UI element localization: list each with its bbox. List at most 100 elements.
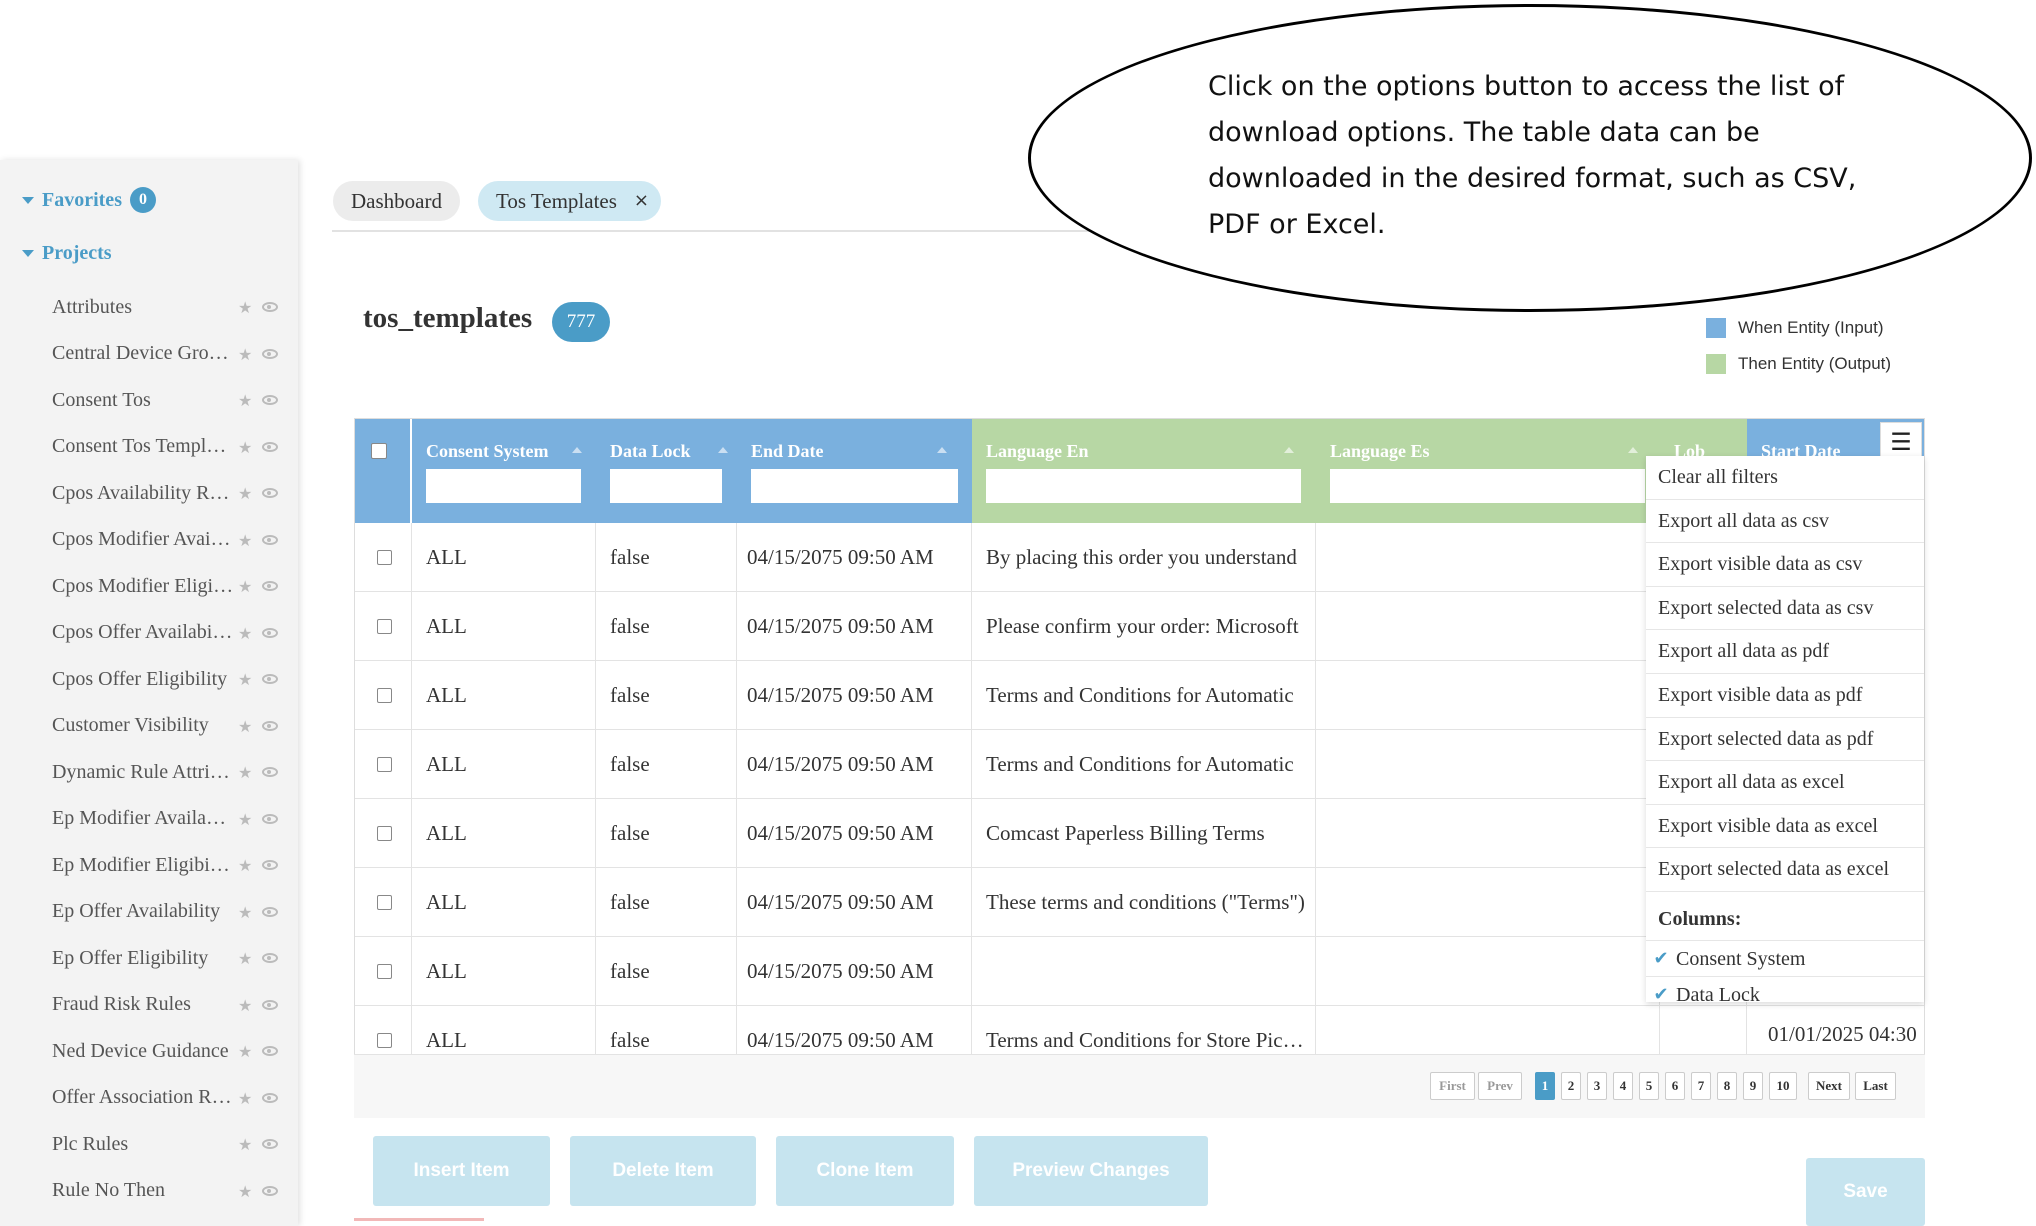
sidebar-item[interactable]: Cpos Modifier Eligibility★: [0, 563, 298, 610]
eye-icon[interactable]: [262, 627, 278, 638]
consent-system-filter-input[interactable]: [426, 469, 581, 503]
last-page-button[interactable]: Last: [1855, 1072, 1896, 1100]
cell-language-es[interactable]: [1316, 592, 1660, 661]
sidebar-item[interactable]: Customer Visibility ★: [0, 703, 298, 750]
page-number-button[interactable]: 3: [1587, 1072, 1607, 1100]
row-checkbox[interactable]: [377, 826, 392, 841]
language-es-filter-input[interactable]: [1330, 469, 1645, 503]
insert-item-button[interactable]: Insert Item: [373, 1136, 550, 1206]
cell-end-date[interactable]: 04/15/2075 09:50 AM: [737, 661, 972, 730]
star-icon[interactable]: ★: [238, 763, 252, 782]
options-menu-item[interactable]: Export visible data as excel: [1646, 804, 1924, 849]
end-date-filter-input[interactable]: [751, 469, 958, 503]
cell-consent-system[interactable]: ALL: [412, 592, 596, 661]
sort-icon[interactable]: [572, 447, 582, 453]
page-number-button[interactable]: 6: [1665, 1072, 1685, 1100]
cell-language-es[interactable]: [1316, 523, 1660, 592]
sidebar-item[interactable]: Ep Modifier Availability ★: [0, 796, 298, 843]
page-number-button[interactable]: 7: [1691, 1072, 1711, 1100]
cell-consent-system[interactable]: ALL: [412, 523, 596, 592]
eye-icon[interactable]: [262, 395, 278, 405]
cell-consent-system[interactable]: ALL: [412, 661, 596, 730]
eye-icon[interactable]: [262, 534, 278, 545]
star-icon[interactable]: ★: [238, 949, 252, 968]
cell-language-en[interactable]: [972, 937, 1316, 1006]
eye-icon[interactable]: [262, 906, 278, 917]
cell-language-es[interactable]: [1316, 661, 1660, 730]
star-icon[interactable]: ★: [238, 298, 252, 317]
column-toggle-data-lock[interactable]: ✔ Data Lock: [1646, 975, 1924, 1002]
cell-language-es[interactable]: [1316, 868, 1660, 937]
star-icon[interactable]: ★: [238, 856, 252, 875]
eye-icon[interactable]: [262, 348, 278, 359]
sidebar-item[interactable]: Central Device Groups ★: [0, 331, 298, 378]
page-number-button[interactable]: 8: [1717, 1072, 1737, 1100]
cell-data-lock[interactable]: false: [596, 868, 737, 937]
eye-icon[interactable]: [262, 488, 278, 498]
star-icon[interactable]: ★: [238, 670, 252, 689]
row-checkbox[interactable]: [377, 895, 392, 910]
star-icon[interactable]: ★: [238, 903, 252, 922]
page-number-button[interactable]: 9: [1743, 1072, 1763, 1100]
sidebar-item[interactable]: Consent Tos ★: [0, 377, 298, 424]
cell-data-lock[interactable]: false: [596, 799, 737, 868]
column-toggle-consent-system[interactable]: ✔ Consent System: [1646, 939, 1924, 976]
next-page-button[interactable]: Next: [1808, 1072, 1850, 1100]
row-checkbox[interactable]: [377, 757, 392, 772]
options-menu-item[interactable]: Export visible data as pdf: [1646, 673, 1924, 718]
cell-language-es[interactable]: [1316, 937, 1660, 1006]
header-language-en[interactable]: Language En: [972, 419, 1316, 523]
delete-item-button[interactable]: Delete Item: [570, 1136, 756, 1206]
favorites-header[interactable]: Favorites 0: [22, 187, 156, 213]
sort-icon[interactable]: [1284, 447, 1294, 453]
cell-language-en[interactable]: Comcast Paperless Billing Terms: [972, 799, 1316, 868]
cell-data-lock[interactable]: false: [596, 937, 737, 1006]
cell-end-date[interactable]: 04/15/2075 09:50 AM: [737, 523, 972, 592]
save-button[interactable]: Save: [1806, 1158, 1925, 1226]
sidebar-item[interactable]: Ep Offer Eligibility ★: [0, 935, 298, 982]
eye-icon[interactable]: [262, 441, 278, 452]
sidebar-item[interactable]: Plc Rules ★: [0, 1121, 298, 1168]
star-icon[interactable]: ★: [238, 391, 252, 410]
sort-icon[interactable]: [937, 447, 947, 453]
cell-end-date[interactable]: 04/15/2075 09:50 AM: [737, 937, 972, 1006]
options-menu-item[interactable]: Export all data as pdf: [1646, 630, 1924, 674]
cell-language-en[interactable]: Please confirm your order: Microsoft: [972, 592, 1316, 661]
sidebar-item[interactable]: Cpos Offer Eligibility ★: [0, 656, 298, 703]
first-page-button[interactable]: First: [1430, 1072, 1475, 1100]
eye-icon[interactable]: [262, 767, 278, 777]
tab-dashboard[interactable]: Dashboard: [333, 181, 460, 221]
tab-tos-templates[interactable]: Tos Templates ×: [478, 181, 661, 221]
language-en-filter-input[interactable]: [986, 469, 1301, 503]
star-icon[interactable]: ★: [238, 624, 252, 643]
star-icon[interactable]: ★: [238, 810, 252, 829]
eye-icon[interactable]: [262, 1092, 278, 1103]
eye-icon[interactable]: [262, 1139, 278, 1149]
options-menu-item[interactable]: Export selected data as pdf: [1646, 717, 1924, 762]
cell-consent-system[interactable]: ALL: [412, 937, 596, 1006]
cell-language-en[interactable]: Terms and Conditions for Automatic: [972, 661, 1316, 730]
eye-icon[interactable]: [262, 581, 278, 591]
star-icon[interactable]: ★: [238, 996, 252, 1015]
sidebar-item[interactable]: Offer Association Rules ★: [0, 1075, 298, 1122]
sidebar-item[interactable]: Dynamic Rule Attributes ★: [0, 749, 298, 796]
select-all-checkbox[interactable]: [371, 443, 387, 459]
cell-consent-system[interactable]: ALL: [412, 868, 596, 937]
page-number-button[interactable]: 10: [1769, 1072, 1797, 1100]
close-icon[interactable]: ×: [634, 181, 649, 221]
sidebar-item[interactable]: Cpos Offer Availability ★: [0, 610, 298, 657]
sidebar-item[interactable]: Ep Modifier Eligibility ★: [0, 842, 298, 889]
eye-icon[interactable]: [262, 813, 278, 824]
cell-language-en[interactable]: Terms and Conditions for Automatic: [972, 730, 1316, 799]
row-checkbox[interactable]: [377, 619, 392, 634]
eye-icon[interactable]: [262, 720, 278, 731]
row-checkbox[interactable]: [377, 1033, 392, 1048]
row-checkbox[interactable]: [377, 688, 392, 703]
star-icon[interactable]: ★: [238, 1089, 252, 1108]
star-icon[interactable]: ★: [238, 717, 252, 736]
eye-icon[interactable]: [262, 1046, 278, 1056]
sidebar-item[interactable]: Fraud Risk Rules ★: [0, 982, 298, 1029]
cell-data-lock[interactable]: false: [596, 592, 737, 661]
sidebar-item[interactable]: Ep Offer Availability ★: [0, 889, 298, 936]
eye-icon[interactable]: [262, 999, 278, 1010]
